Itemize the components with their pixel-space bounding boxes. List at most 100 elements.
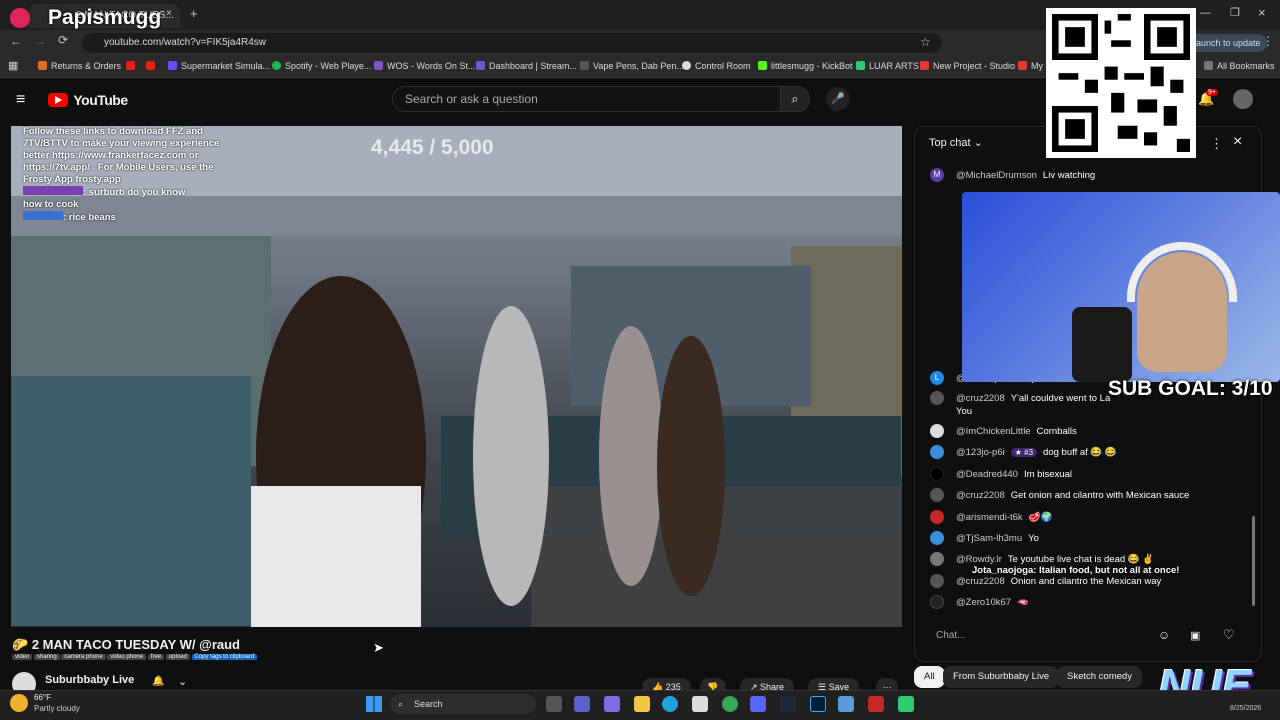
weather-icon[interactable]: [10, 694, 28, 712]
chat-input[interactable]: Chat...: [928, 627, 1148, 645]
chevron-down-icon[interactable]: ⌄: [178, 675, 187, 688]
bookmark-10[interactable]: New Project - Studio: [920, 58, 1015, 74]
bookmark-2[interactable]: Supermarket Simula...: [168, 58, 270, 74]
all-bookmarks[interactable]: All Bookmarks: [1204, 58, 1275, 74]
heart-icon[interactable]: ♡: [1223, 627, 1235, 643]
bookmark-yt-2[interactable]: [146, 58, 159, 74]
weather-temp: 66°F: [34, 693, 51, 702]
avatar: [930, 552, 944, 567]
apps-grid-icon[interactable]: ▦: [8, 59, 18, 72]
avatar: [930, 488, 944, 503]
notepad-icon[interactable]: [838, 696, 854, 712]
chip-from-channel[interactable]: From Suburbbaby Live: [943, 666, 1060, 688]
avatar: [930, 391, 944, 406]
close-chat-icon[interactable]: ×: [1233, 133, 1242, 151]
bookmark-8[interactable]: littlesmugg - KickBot: [758, 58, 853, 74]
steam-icon[interactable]: [780, 696, 796, 712]
bookmark-3[interactable]: Spotify - Web Playe...: [272, 58, 371, 74]
bookmark-11[interactable]: My: [1018, 58, 1043, 74]
account-avatar[interactable]: [1233, 89, 1253, 109]
chair-back: [1072, 307, 1132, 382]
taskbar-date: 8/25/2026: [1230, 705, 1262, 712]
tag[interactable]: video phone: [107, 654, 147, 660]
close-tab-icon[interactable]: ×: [166, 8, 172, 19]
chrome-icon[interactable]: [722, 696, 738, 712]
url-text: youtube.com/watch?v=FIK5ja4R4sw: [104, 37, 267, 48]
search-button[interactable]: ⌕: [780, 86, 810, 112]
stream-chat-line-3: : rice beans: [23, 211, 253, 224]
bookmark-star-icon[interactable]: ☆: [920, 35, 931, 49]
app-green-icon[interactable]: [898, 696, 914, 712]
bell-icon[interactable]: 🔔: [152, 676, 164, 687]
viewer-counter: 4,445 / 5,000: [371, 136, 494, 159]
update-button[interactable]: launch to update: [1188, 34, 1267, 52]
chat-message: @ImChickenLittle Cornballs: [930, 423, 1077, 441]
search-input[interactable]: Search or ask a question: [392, 86, 784, 112]
tag[interactable]: sharing: [34, 654, 60, 660]
hamburger-menu-icon[interactable]: ≡: [16, 91, 25, 109]
weather-desc: Partly cloudy: [34, 704, 80, 713]
task-view-icon[interactable]: [546, 696, 562, 712]
tag[interactable]: video: [12, 654, 33, 660]
avatar: M: [930, 168, 944, 183]
chip-all[interactable]: All: [914, 666, 945, 688]
reload-icon[interactable]: ⟳: [58, 33, 68, 47]
minimize-icon[interactable]: —: [1200, 7, 1211, 19]
chevron-down-icon: ⌄: [973, 137, 983, 149]
stream-chat-line-1: : surburb do you know: [23, 186, 253, 199]
url-bar[interactable]: youtube.com/watch?v=FIK5ja4R4sw: [82, 33, 942, 53]
super-chat-icon[interactable]: ▣: [1190, 629, 1200, 642]
app-red-icon[interactable]: [868, 696, 884, 712]
bookmark-1[interactable]: Returns & Orders: [38, 58, 121, 74]
menu-dots-icon[interactable]: ⋮: [1262, 34, 1274, 48]
channel-name[interactable]: Suburbbaby Live: [45, 674, 134, 686]
chat-scrollbar[interactable]: [1252, 516, 1255, 606]
avatar: [930, 595, 944, 610]
copilot-icon[interactable]: [604, 696, 620, 712]
stream-chat-line-2: how to cook: [23, 199, 79, 210]
cursor-icon: ➤: [373, 640, 384, 655]
bookmark-5[interactable]: Dashboard | Stream...: [476, 58, 577, 74]
voice-search-icon[interactable]: 🎤: [826, 87, 850, 111]
file-explorer-icon[interactable]: [634, 696, 650, 712]
close-window-icon[interactable]: ×: [1258, 5, 1266, 20]
chat-message: M @MichaelDrumson Liv watching: [930, 167, 1095, 185]
youtube-play-icon: [48, 93, 68, 107]
discord-icon[interactable]: [750, 696, 766, 712]
tag[interactable]: free: [147, 654, 165, 660]
video-title: 🌮 2 MAN TACO TUESDAY W/ @raud: [12, 637, 240, 652]
bookmark-yt-1[interactable]: [126, 58, 139, 74]
taskbar-search[interactable]: ⌕ Search: [390, 694, 536, 714]
emoji-icon[interactable]: ☺: [1158, 628, 1170, 642]
avatar: [930, 445, 944, 460]
sub-goal-overlay: SUB GOAL: 3/10: [1108, 377, 1273, 400]
chat-message: @cruz2208 Get onion and cilantro with Mex…: [930, 487, 1189, 505]
bookmark-6[interactable]: Vape Pens, Dab Pen...: [580, 58, 684, 74]
tag[interactable]: camera phone: [61, 654, 106, 660]
restore-icon[interactable]: ❐: [1230, 6, 1240, 19]
teams-icon[interactable]: [574, 696, 590, 712]
back-icon[interactable]: ←: [10, 34, 22, 48]
edge-icon[interactable]: [662, 696, 678, 712]
youtube-logo[interactable]: YouTube: [48, 92, 128, 108]
avatar: [930, 531, 944, 546]
top-chat-dropdown[interactable]: Top chat ⌄: [929, 136, 983, 149]
video-player[interactable]: 4,445 / 5,000 Follow these links to down…: [11, 126, 902, 627]
search-icon: ⌕: [398, 699, 404, 709]
bookmark-9[interactable]: LUAR ARTS: [856, 58, 919, 74]
chat-alert-overlay: Jota_naojoga: Italian food, but not all …: [972, 565, 1180, 576]
photoshop-icon[interactable]: [810, 696, 826, 712]
forward-icon[interactable]: →: [34, 34, 46, 48]
bookmark-4[interactable]: WOS - Words On St...: [374, 58, 475, 74]
bookmark-7[interactable]: Control Room: [682, 58, 751, 74]
taco-emoji-icon: 🌮: [12, 637, 32, 652]
headphones-icon: [1127, 242, 1237, 302]
chat-menu-icon[interactable]: ⋮: [1210, 136, 1223, 152]
avatar: [930, 574, 944, 589]
copy-tags-button[interactable]: Copy tags to clipboard: [191, 654, 258, 660]
member-badge: ★ #3: [1010, 448, 1038, 457]
new-tab-icon[interactable]: +: [190, 6, 198, 21]
store-icon[interactable]: [692, 696, 708, 712]
tag[interactable]: upload: [165, 654, 190, 660]
windows-start-icon[interactable]: [366, 696, 382, 712]
